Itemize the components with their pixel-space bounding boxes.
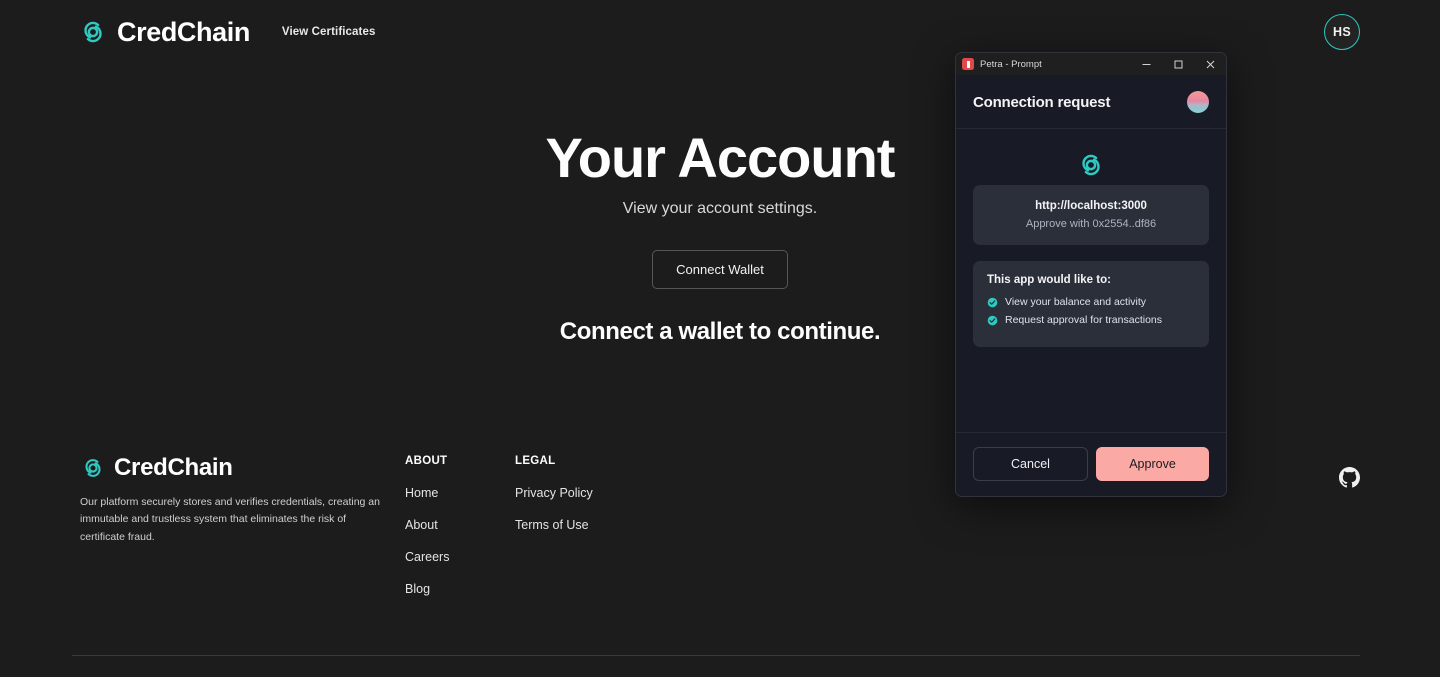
github-icon bbox=[1339, 467, 1360, 488]
footer-link-careers[interactable]: Careers bbox=[405, 550, 515, 564]
petra-dialog-body: http://localhost:3000 Approve with 0x255… bbox=[956, 129, 1226, 432]
brand-name: CredChain bbox=[117, 16, 250, 47]
check-circle-icon bbox=[987, 315, 998, 325]
petra-dialog-actions: Cancel Approve bbox=[956, 432, 1226, 496]
footer-link-blog[interactable]: Blog bbox=[405, 582, 515, 596]
footer-link-terms-of-use[interactable]: Terms of Use bbox=[515, 518, 625, 532]
maximize-icon bbox=[1174, 60, 1182, 68]
github-link[interactable] bbox=[1339, 455, 1360, 488]
footer-link-privacy-policy[interactable]: Privacy Policy bbox=[515, 486, 625, 500]
brand-logo[interactable]: CredChain bbox=[78, 17, 250, 47]
close-icon bbox=[1206, 60, 1214, 68]
approve-button[interactable]: Approve bbox=[1096, 447, 1209, 481]
credchain-logo-icon bbox=[84, 21, 102, 43]
user-avatar-initials: HS bbox=[1333, 25, 1351, 39]
footer-column-about: ABOUT Home About Careers Blog bbox=[405, 455, 515, 614]
minimize-button[interactable] bbox=[1130, 53, 1162, 75]
minimize-icon bbox=[1142, 63, 1150, 65]
footer-column-title: ABOUT bbox=[405, 455, 448, 467]
nav-view-certificates[interactable]: View Certificates bbox=[282, 26, 376, 38]
petra-dialog-title: Connection request bbox=[973, 93, 1111, 111]
account-gradient-avatar[interactable] bbox=[1187, 91, 1209, 113]
permission-item: Request approval for transactions bbox=[987, 314, 1195, 326]
petra-app-icon bbox=[962, 58, 974, 70]
footer-brand-logo[interactable]: CredChain bbox=[80, 455, 405, 481]
maximize-button[interactable] bbox=[1162, 53, 1194, 75]
permission-item: View your balance and activity bbox=[987, 296, 1195, 308]
dapp-info-card: http://localhost:3000 Approve with 0x255… bbox=[973, 185, 1209, 245]
dapp-approve-with-account: Approve with 0x2554..df86 bbox=[1025, 218, 1157, 230]
petra-window-title: Petra - Prompt bbox=[980, 58, 1042, 70]
cancel-button[interactable]: Cancel bbox=[973, 447, 1088, 481]
permissions-card: This app would like to: View your balanc… bbox=[973, 261, 1209, 347]
permission-label: View your balance and activity bbox=[1005, 296, 1147, 308]
footer-divider bbox=[72, 655, 1360, 656]
footer-column-legal: LEGAL Privacy Policy Terms of Use bbox=[515, 455, 625, 550]
check-circle-icon bbox=[987, 297, 998, 307]
petra-dialog-header: Connection request bbox=[956, 75, 1226, 129]
user-avatar[interactable]: HS bbox=[1324, 14, 1360, 50]
permission-label: Request approval for transactions bbox=[1005, 314, 1163, 326]
connect-wallet-button[interactable]: Connect Wallet bbox=[652, 250, 788, 290]
footer-column-title: LEGAL bbox=[515, 455, 556, 467]
footer-brand-name: CredChain bbox=[114, 454, 233, 481]
petra-connection-dialog: Petra - Prompt Connection request http:/… bbox=[955, 52, 1227, 497]
credchain-logo-icon bbox=[1082, 154, 1100, 176]
credchain-logo-icon bbox=[85, 459, 101, 477]
footer-link-home[interactable]: Home bbox=[405, 486, 515, 500]
footer-description: Our platform securely stores and verifie… bbox=[80, 496, 380, 543]
petra-titlebar[interactable]: Petra - Prompt bbox=[956, 53, 1226, 75]
dapp-url: http://localhost:3000 bbox=[1035, 200, 1147, 212]
footer-link-about[interactable]: About bbox=[405, 518, 515, 532]
permissions-title: This app would like to: bbox=[987, 274, 1111, 286]
footer-brand-column: CredChain Our platform securely stores a… bbox=[80, 455, 405, 546]
close-button[interactable] bbox=[1194, 53, 1226, 75]
